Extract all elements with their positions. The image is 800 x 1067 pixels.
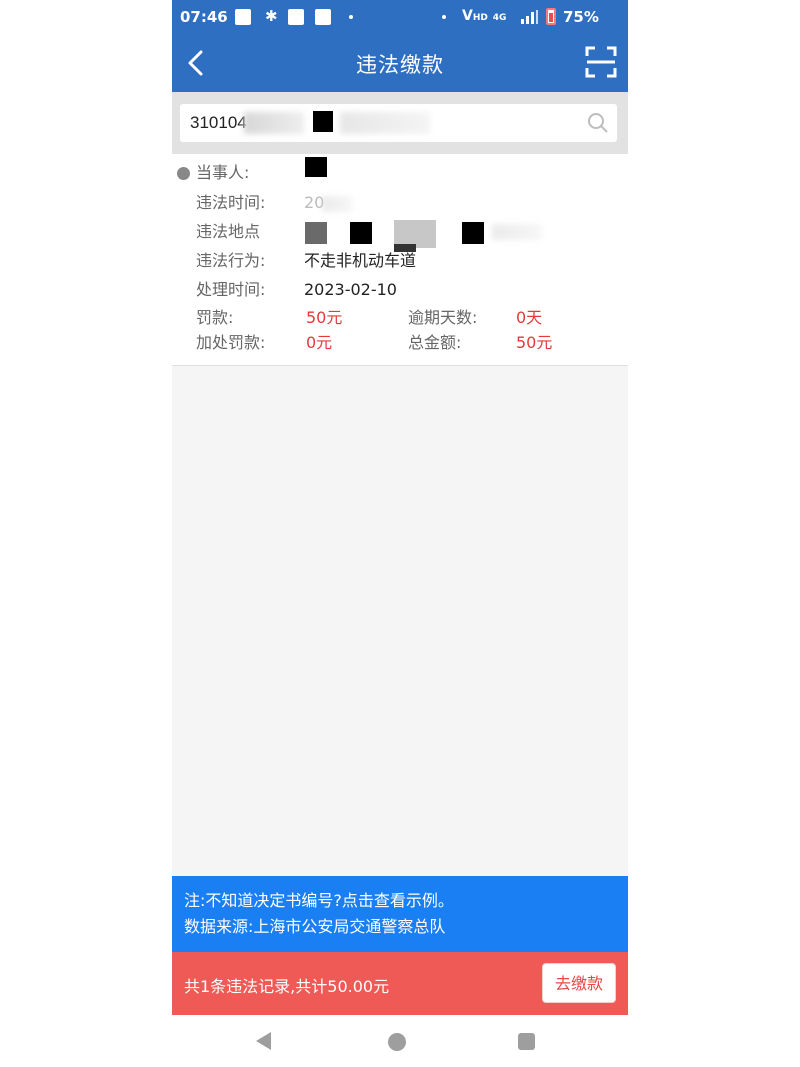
redaction-mask (313, 111, 333, 132)
status-bar: 07:46 ✱ VHD 4G 75% (172, 0, 628, 34)
redacted-blur (322, 196, 352, 212)
more-notifications-icon (349, 15, 353, 19)
redaction-mask (305, 157, 327, 177)
note-line-example[interactable]: 注:不知道决定书编号?点击查看示例。 (184, 888, 628, 914)
notification-icon (288, 9, 304, 25)
nav-bar: 违法缴款 (172, 34, 628, 92)
violation-record[interactable]: 当事人: 违法时间: 20 违法地点 违法行为: 不走非机动车道 处理时间: 2… (172, 154, 628, 366)
extra-fine-label: 加处罚款: (196, 333, 266, 352)
redaction-mask (350, 222, 372, 244)
signal-type: 4G (492, 13, 507, 23)
record-bullet-icon (177, 167, 190, 180)
total-amount-value: 50元 (516, 333, 553, 352)
party-label: 当事人: (196, 163, 250, 182)
system-back-icon[interactable] (256, 1032, 271, 1050)
system-recents-icon[interactable] (518, 1033, 535, 1050)
system-nav-bar (172, 1015, 628, 1067)
battery-icon (546, 8, 556, 25)
extra-fine-value: 0元 (306, 333, 333, 352)
search-box[interactable] (180, 104, 617, 142)
fine-value: 50元 (306, 308, 343, 327)
violation-time-label: 违法时间: (196, 193, 266, 212)
notification-icon (235, 9, 251, 25)
redaction-mask (462, 222, 484, 244)
note-banner[interactable]: 注:不知道决定书编号?点击查看示例。 数据来源:上海市公安局交通警察总队 (172, 876, 628, 952)
status-dot-icon (442, 15, 446, 19)
battery-level: 75% (563, 8, 599, 26)
process-time-value: 2023-02-10 (304, 280, 397, 299)
overdue-days-label: 逾期天数: (408, 308, 478, 327)
status-time: 07:46 (180, 8, 228, 26)
redacted-blur (244, 112, 304, 134)
search-icon[interactable] (587, 112, 609, 134)
violation-action-label: 违法行为: (196, 251, 266, 270)
violation-action-value: 不走非机动车道 (304, 251, 417, 270)
volte-indicator: VHD 4G (462, 8, 507, 24)
fine-label: 罚款: (196, 308, 234, 327)
note-line-source: 数据来源:上海市公安局交通警察总队 (184, 917, 446, 936)
pay-button[interactable]: 去缴款 (542, 963, 616, 1003)
page-title: 违法缴款 (356, 53, 444, 77)
hd-indicator: HD (472, 13, 488, 23)
phone-screen: 07:46 ✱ VHD 4G 75% 违法缴款 310104 当事人: 违法时间… (172, 0, 628, 1067)
notification-icon (315, 9, 331, 25)
system-home-icon[interactable] (388, 1033, 406, 1051)
overdue-days-value: 0天 (516, 308, 543, 327)
bluetooth-icon: ✱ (265, 7, 278, 25)
search-bar (172, 92, 628, 154)
redacted-blur (340, 112, 430, 134)
pay-bar: 共1条违法记录,共计50.00元 去缴款 (172, 952, 628, 1015)
signal-bars-icon (521, 10, 538, 24)
scan-icon[interactable] (584, 45, 618, 79)
total-amount-label: 总金额: (408, 333, 462, 352)
process-time-label: 处理时间: (196, 280, 266, 299)
pay-summary: 共1条违法记录,共计50.00元 (184, 977, 390, 996)
redacted-blur (492, 224, 542, 240)
redaction-mask (305, 222, 327, 244)
violation-place-label: 违法地点 (196, 222, 261, 241)
